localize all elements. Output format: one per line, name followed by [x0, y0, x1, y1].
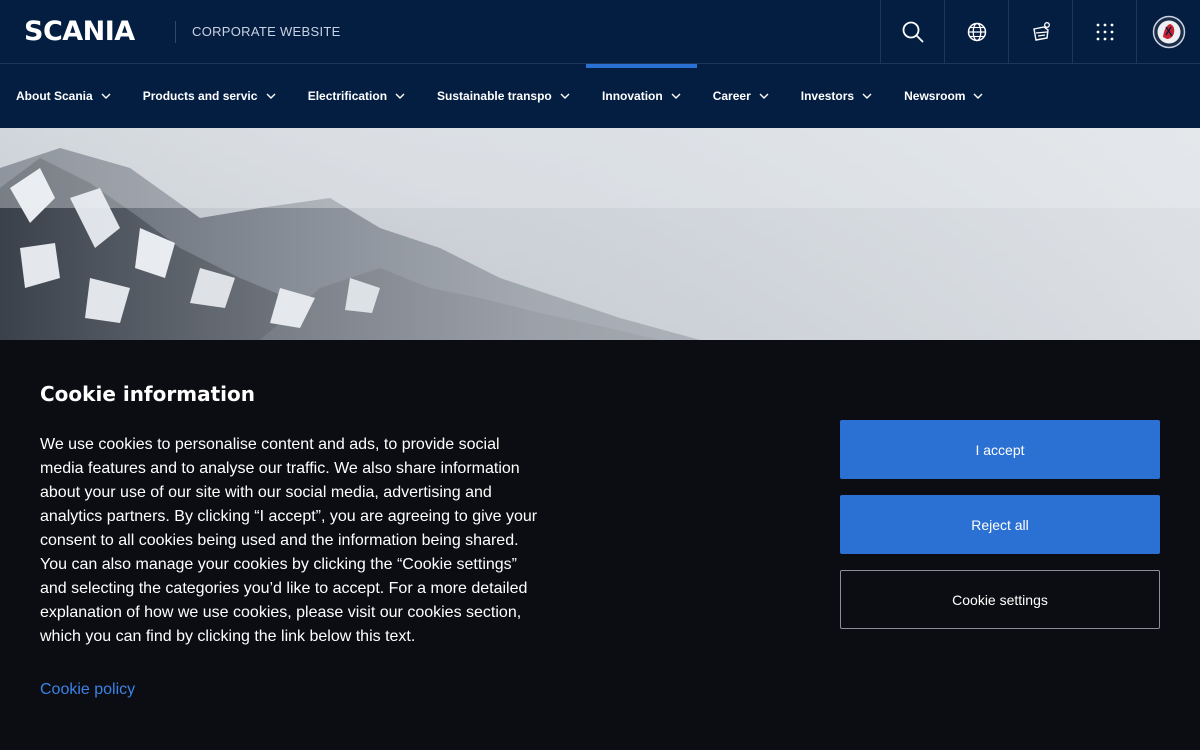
search-button[interactable] — [880, 0, 944, 63]
chevron-down-icon — [862, 91, 872, 101]
nav-label: Products and services — [142, 89, 258, 103]
site-label[interactable]: CORPORATE WEBSITE — [192, 24, 341, 39]
chevron-down-icon — [973, 91, 983, 101]
nav-item-innovation[interactable]: Innovation — [586, 64, 697, 128]
nav-item-sustainable-transport[interactable]: Sustainable transport — [421, 64, 586, 128]
mountain-illustration — [0, 128, 1200, 340]
chevron-down-icon — [671, 91, 681, 101]
main-navigation: About Scania Products and services Elect… — [0, 64, 1200, 128]
configurator-button[interactable] — [1008, 0, 1072, 63]
scania-griffin-icon — [1152, 15, 1186, 49]
cookie-description: We use cookies to personalise content an… — [40, 436, 538, 645]
nav-item-electrification[interactable]: Electrification — [292, 64, 421, 128]
chevron-down-icon — [101, 91, 111, 101]
nav-label: About Scania — [16, 89, 93, 103]
chevron-down-icon — [759, 91, 769, 101]
accept-cookies-button[interactable]: I accept — [840, 420, 1160, 479]
logo-divider — [175, 20, 176, 43]
nav-label: Newsroom — [904, 89, 966, 103]
nav-label: Electrification — [307, 89, 388, 103]
nav-label: Career — [712, 89, 751, 103]
nav-item-products-and-services[interactable]: Products and services — [127, 64, 292, 128]
header-actions — [880, 0, 1200, 64]
hero-image — [0, 128, 1200, 340]
scania-logo[interactable]: SCANIA — [24, 16, 158, 47]
nav-label: Innovation — [602, 89, 663, 103]
nav-item-about-scania[interactable]: About Scania — [0, 64, 127, 128]
cookie-title: Cookie information — [40, 382, 255, 406]
truck-configurator-icon — [1030, 21, 1052, 43]
nav-label: Sustainable transport — [437, 89, 553, 103]
cookie-settings-button[interactable]: Cookie settings — [840, 570, 1160, 629]
globe-icon — [967, 22, 987, 42]
search-icon — [902, 21, 924, 43]
nav-label: Investors — [800, 89, 855, 103]
cookie-banner: Cookie information We use cookies to per… — [0, 340, 1200, 750]
apps-menu-button[interactable] — [1072, 0, 1136, 63]
apps-grid-icon — [1095, 22, 1115, 42]
reject-all-button[interactable]: Reject all — [840, 495, 1160, 554]
chevron-down-icon — [266, 91, 276, 101]
scania-symbol-link[interactable] — [1136, 0, 1200, 63]
cookie-policy-link[interactable]: Cookie policy — [40, 681, 135, 699]
nav-item-newsroom[interactable]: Newsroom — [888, 64, 999, 128]
language-button[interactable] — [944, 0, 1008, 63]
chevron-down-icon — [560, 91, 570, 101]
chevron-down-icon — [395, 91, 405, 101]
top-header: SCANIA CORPORATE WEBSITE — [0, 0, 1200, 64]
nav-item-career[interactable]: Career — [697, 64, 785, 128]
nav-item-investors[interactable]: Investors — [785, 64, 888, 128]
